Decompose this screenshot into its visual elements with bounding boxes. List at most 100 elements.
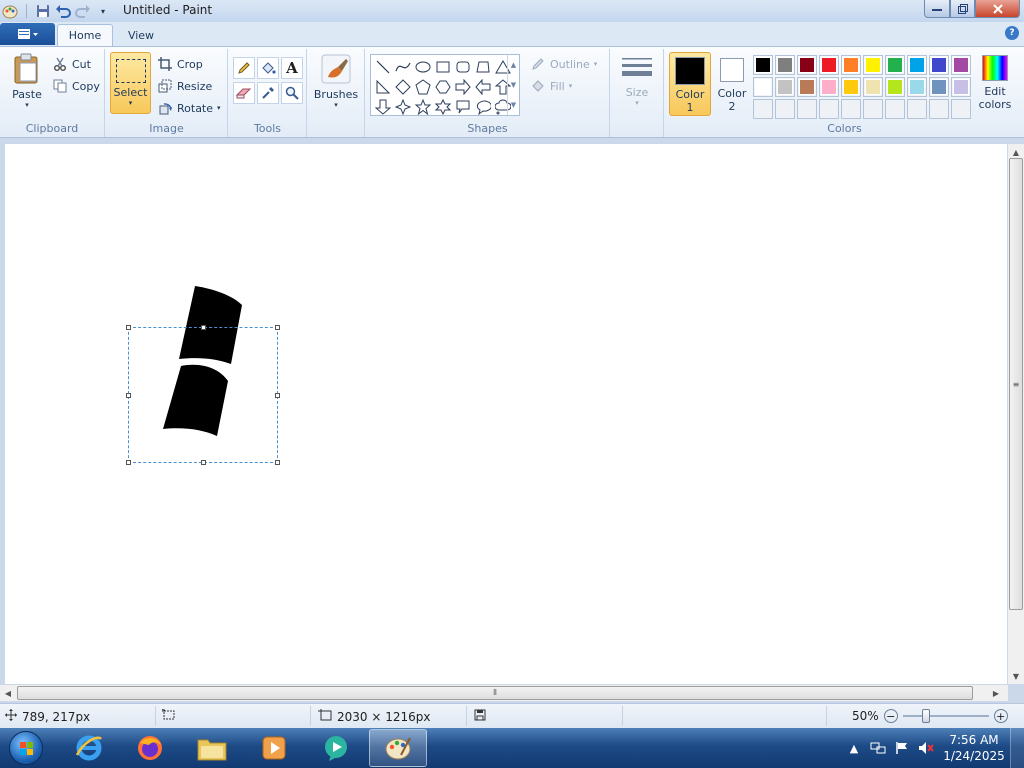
selection-handle-left[interactable] [126,393,131,398]
palette-custom-slot[interactable] [929,99,949,119]
palette-color-swatch[interactable] [951,77,971,97]
pencil-icon[interactable] [233,57,255,79]
gallery-expand-icon[interactable]: ▼ [511,101,516,109]
line-shape-icon[interactable] [373,57,393,77]
copy-button[interactable]: Copy [52,76,100,96]
palette-color-swatch[interactable] [819,77,839,97]
polygon-shape-icon[interactable] [473,57,493,77]
left-arrow-shape-icon[interactable] [473,77,493,97]
help-icon[interactable]: ? [1005,26,1019,40]
vertical-scrollbar[interactable]: ▲ ≡ ▼ [1008,144,1024,684]
paint-menu-button[interactable] [0,23,55,45]
palette-custom-slot[interactable] [775,99,795,119]
outline-button[interactable]: Outline ▾ [530,54,597,74]
curve-shape-icon[interactable] [393,57,413,77]
rounded-callout-shape-icon[interactable] [453,97,473,117]
zoom-slider[interactable] [902,709,989,723]
selection-handle-top-right[interactable] [275,325,280,330]
taskbar-internet-explorer[interactable] [60,729,118,767]
taskbar-paint[interactable] [369,729,427,767]
scroll-up-icon[interactable]: ▲ [511,61,516,69]
crop-button[interactable]: Crop [157,54,203,74]
four-point-star-shape-icon[interactable] [393,97,413,117]
palette-custom-slot[interactable] [797,99,817,119]
taskbar-file-explorer[interactable] [183,729,241,767]
tab-home[interactable]: Home [57,24,113,46]
zoom-slider-thumb[interactable] [921,709,930,723]
horizontal-scrollbar[interactable]: ◀ ⦀ ▶ [0,685,1008,701]
palette-color-swatch[interactable] [819,55,839,75]
shapes-gallery-scroll[interactable]: ▲ ▼ ▼ [507,55,519,115]
save-icon[interactable] [35,3,51,19]
palette-color-swatch[interactable] [775,77,795,97]
redo-icon[interactable] [75,3,91,19]
palette-custom-slot[interactable] [819,99,839,119]
paint-app-icon[interactable] [2,3,18,19]
cut-button[interactable]: Cut [52,54,91,74]
palette-color-swatch[interactable] [797,77,817,97]
show-desktop-button[interactable] [1010,728,1024,768]
select-button[interactable]: Select ▾ [110,52,151,114]
selection-handle-bottom-right[interactable] [275,460,280,465]
edit-colors-button[interactable]: Edit colors [975,55,1015,111]
scroll-down-icon[interactable]: ▼ [511,81,516,89]
resize-button[interactable]: Resize [157,76,212,96]
palette-custom-slot[interactable] [907,99,927,119]
rectangle-shape-icon[interactable] [433,57,453,77]
eraser-icon[interactable] [233,82,255,104]
rounded-rectangle-shape-icon[interactable] [453,57,473,77]
selection-handle-top[interactable] [201,325,206,330]
minimize-button[interactable] [924,0,950,18]
palette-color-swatch[interactable] [951,55,971,75]
restore-button[interactable] [950,0,975,18]
text-tool-icon[interactable]: A [281,57,303,79]
scroll-down-arrow[interactable]: ▼ [1008,668,1024,684]
color1-button[interactable]: Color 1 [669,52,711,116]
magnifier-icon[interactable] [281,82,303,104]
palette-color-swatch[interactable] [841,77,861,97]
tab-view[interactable]: View [116,24,166,46]
palette-custom-slot[interactable] [753,99,773,119]
color-picker-icon[interactable] [257,82,279,104]
selection-rectangle[interactable] [126,325,280,465]
show-hidden-icons[interactable]: ▲ [846,740,862,756]
scroll-left-arrow[interactable]: ◀ [0,685,16,701]
palette-color-swatch[interactable] [775,55,795,75]
zoom-out-icon[interactable]: − [883,709,898,723]
right-triangle-shape-icon[interactable] [373,77,393,97]
palette-color-swatch[interactable] [885,55,905,75]
palette-color-swatch[interactable] [907,77,927,97]
close-button[interactable] [975,0,1020,18]
taskbar-firefox[interactable] [121,729,179,767]
selection-handle-bottom-left[interactable] [126,460,131,465]
vertical-scroll-thumb[interactable]: ≡ [1009,158,1023,610]
palette-custom-slot[interactable] [885,99,905,119]
palette-color-swatch[interactable] [841,55,861,75]
oval-callout-shape-icon[interactable] [473,97,493,117]
hexagon-shape-icon[interactable] [433,77,453,97]
palette-color-swatch[interactable] [753,55,773,75]
palette-color-swatch[interactable] [885,77,905,97]
palette-color-swatch[interactable] [929,77,949,97]
palette-color-swatch[interactable] [863,55,883,75]
size-button[interactable]: Size ▾ [615,55,659,107]
network-icon[interactable] [870,740,886,756]
palette-color-swatch[interactable] [929,55,949,75]
action-center-flag-icon[interactable] [894,740,910,756]
fill-bucket-icon[interactable] [257,57,279,79]
undo-icon[interactable] [55,3,71,19]
zoom-in-icon[interactable]: + [993,709,1008,723]
palette-custom-slot[interactable] [841,99,861,119]
drawing-canvas[interactable] [5,144,1007,684]
six-point-star-shape-icon[interactable] [433,97,453,117]
rotate-button[interactable]: Rotate ▾ [157,98,221,118]
diamond-shape-icon[interactable] [393,77,413,97]
clock[interactable]: 7:56 AM 1/24/2025 [938,732,1010,764]
fill-button[interactable]: Fill ▾ [530,76,572,96]
start-button[interactable] [4,729,48,767]
selection-handle-bottom[interactable] [201,460,206,465]
selection-handle-right[interactable] [275,393,280,398]
scroll-right-arrow[interactable]: ▶ [988,685,1004,701]
palette-color-swatch[interactable] [753,77,773,97]
right-arrow-shape-icon[interactable] [453,77,473,97]
